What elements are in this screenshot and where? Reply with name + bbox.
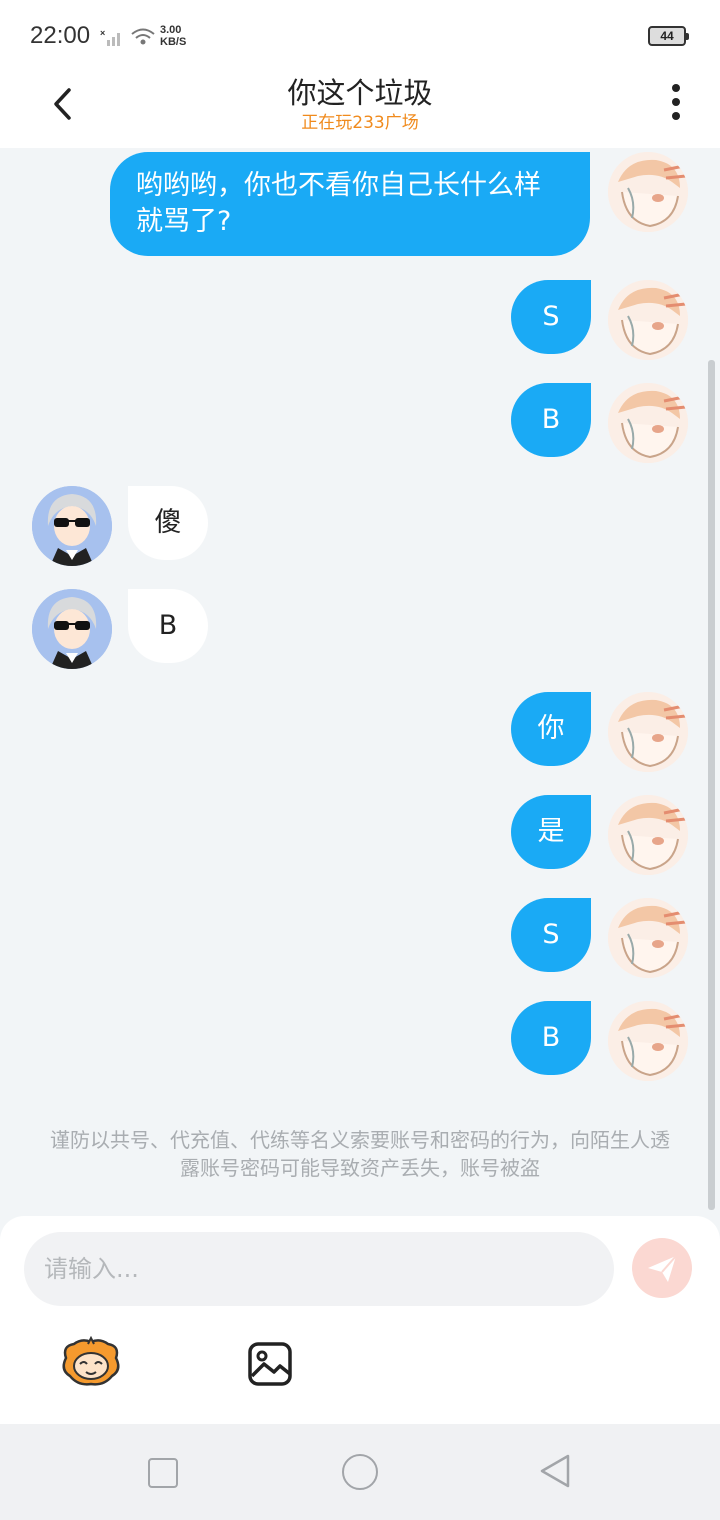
chat-scrollbar[interactable]: [708, 360, 715, 1210]
chat-title: 你这个垃圾: [287, 76, 433, 110]
signal-icon: ×: [100, 28, 120, 46]
my-avatar[interactable]: [608, 898, 688, 978]
recent-apps-button[interactable]: [148, 1458, 178, 1488]
contact-avatar[interactable]: [32, 589, 112, 669]
battery-indicator: 44: [648, 26, 689, 46]
composer-panel: [0, 1216, 720, 1424]
message-bubble-sent[interactable]: 是: [511, 795, 591, 869]
message-bubble-sent[interactable]: S: [511, 898, 591, 972]
my-avatar[interactable]: [608, 795, 688, 875]
status-bar: 22:00 × 3.00 KB/S 44: [0, 0, 720, 70]
image-icon[interactable]: [246, 1340, 294, 1388]
message-bubble-received[interactable]: B: [128, 589, 208, 663]
my-avatar[interactable]: [608, 280, 688, 360]
message-list[interactable]: 哟哟哟，你也不看你自己长什么样就骂了? S B 傻 B 你 是 S B 谨防以共…: [0, 148, 720, 1216]
my-avatar[interactable]: [608, 1001, 688, 1081]
safety-notice: 谨防以共号、代充值、代练等名义索要账号和密码的行为，向陌生人透露账号密码可能导致…: [50, 1128, 670, 1180]
my-avatar[interactable]: [608, 692, 688, 772]
home-button[interactable]: [342, 1454, 378, 1490]
send-button[interactable]: [632, 1238, 692, 1298]
mascot-emoji-icon[interactable]: [60, 1336, 122, 1388]
chat-subtitle: 正在玩233广场: [301, 113, 419, 133]
my-avatar[interactable]: [608, 152, 688, 232]
message-bubble-sent[interactable]: B: [511, 383, 591, 457]
contact-avatar[interactable]: [32, 486, 112, 566]
message-bubble-sent[interactable]: 哟哟哟，你也不看你自己长什么样就骂了?: [110, 152, 590, 256]
my-avatar[interactable]: [608, 383, 688, 463]
wifi-icon: [131, 28, 155, 45]
chat-header: 你这个垃圾 正在玩233广场: [0, 70, 720, 148]
svg-text:×: ×: [100, 28, 105, 38]
network-speed: 3.00 KB/S: [160, 24, 187, 48]
message-input[interactable]: [24, 1232, 614, 1306]
message-bubble-sent[interactable]: 你: [511, 692, 591, 766]
message-bubble-sent[interactable]: B: [511, 1001, 591, 1075]
system-nav-bar: [0, 1424, 720, 1520]
status-time: 22:00: [30, 22, 91, 49]
more-vertical-icon[interactable]: [660, 80, 692, 124]
send-icon: [648, 1255, 677, 1282]
message-bubble-received[interactable]: 傻: [128, 486, 208, 560]
system-back-icon[interactable]: [538, 1452, 572, 1490]
message-bubble-sent[interactable]: S: [511, 280, 591, 354]
